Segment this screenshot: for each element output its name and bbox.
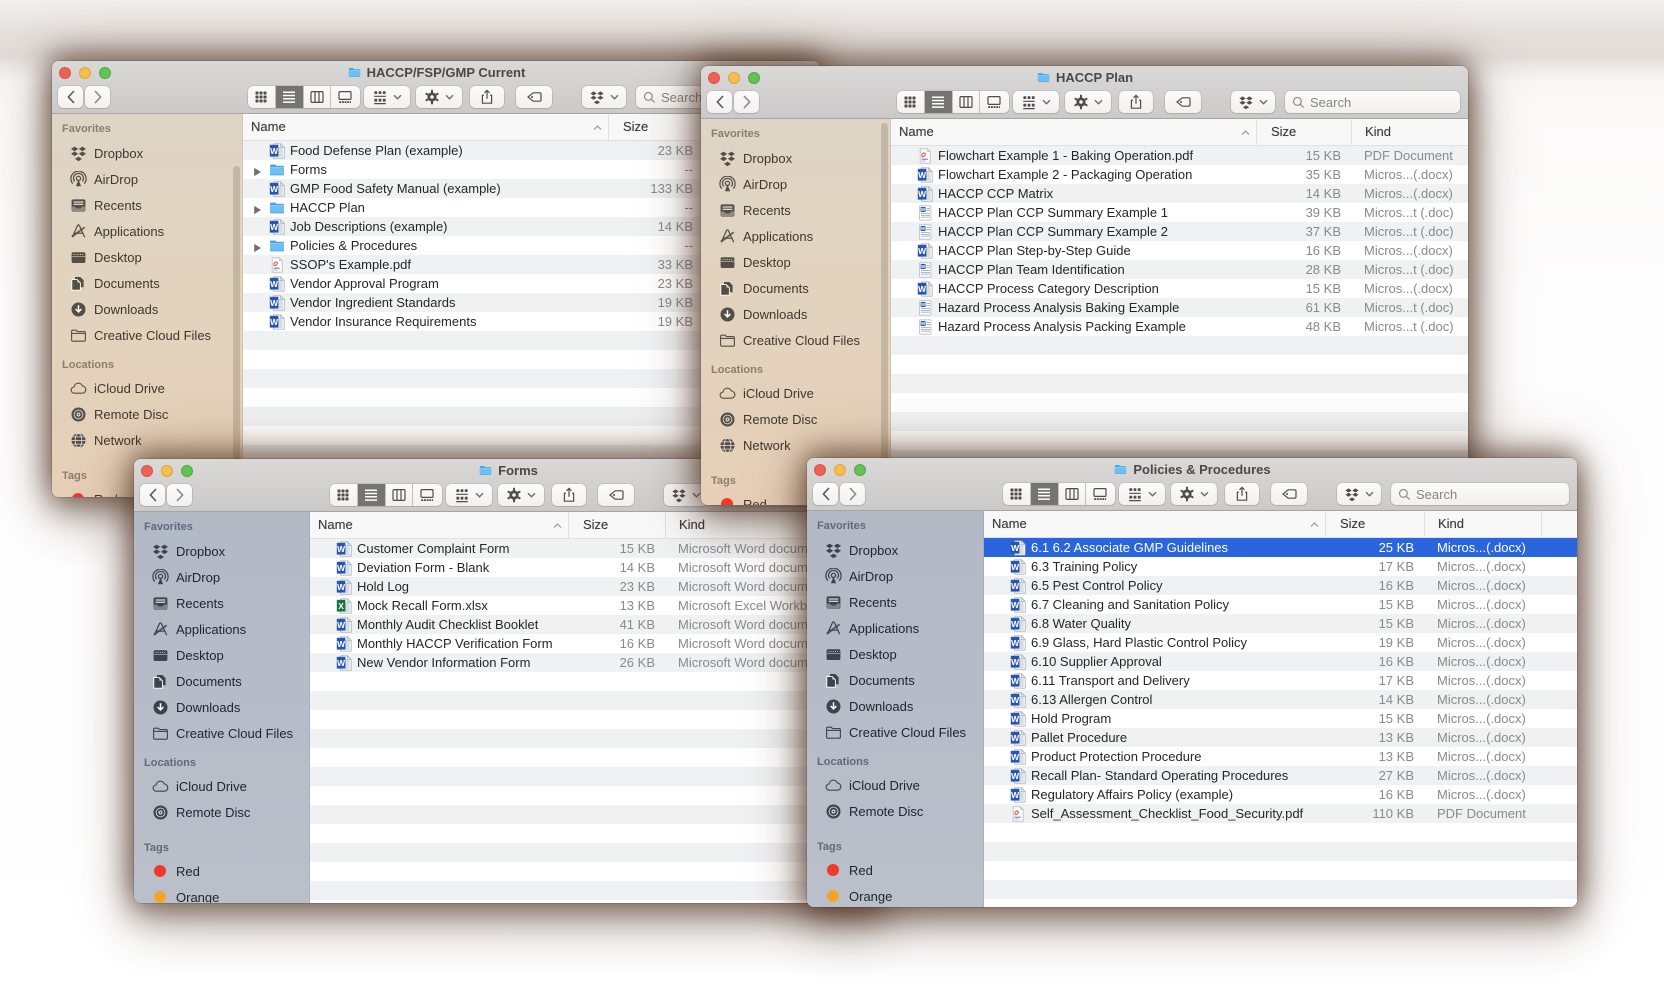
svg-text:W: W (1011, 619, 1019, 629)
svg-text:W: W (270, 279, 278, 289)
svg-text:W: W (1011, 752, 1019, 762)
svg-text:W: W (337, 639, 345, 649)
svg-text:W: W (270, 184, 278, 194)
svg-text:W: W (1011, 543, 1019, 553)
svg-text:W: W (270, 222, 278, 232)
svg-text:W: W (918, 189, 926, 199)
svg-text:W: W (1011, 638, 1019, 648)
svg-text:W: W (1011, 695, 1019, 705)
svg-text:W: W (1011, 790, 1019, 800)
svg-text:W: W (270, 298, 278, 308)
svg-text:W: W (270, 317, 278, 327)
svg-text:W: W (1011, 676, 1019, 686)
svg-text:W: W (918, 170, 926, 180)
svg-text:W: W (270, 146, 278, 156)
svg-text:W: W (1011, 562, 1019, 572)
svg-text:W: W (337, 620, 345, 630)
svg-text:W: W (1011, 581, 1019, 591)
svg-text:W: W (918, 246, 926, 256)
svg-text:W: W (337, 658, 345, 668)
svg-text:W: W (337, 544, 345, 554)
svg-text:X: X (338, 601, 344, 611)
svg-text:W: W (337, 563, 345, 573)
svg-text:W: W (1011, 733, 1019, 743)
svg-text:W: W (1011, 657, 1019, 667)
svg-text:W: W (918, 284, 926, 294)
svg-text:W: W (1011, 714, 1019, 724)
svg-text:W: W (1011, 600, 1019, 610)
svg-text:W: W (337, 582, 345, 592)
svg-text:W: W (1011, 771, 1019, 781)
